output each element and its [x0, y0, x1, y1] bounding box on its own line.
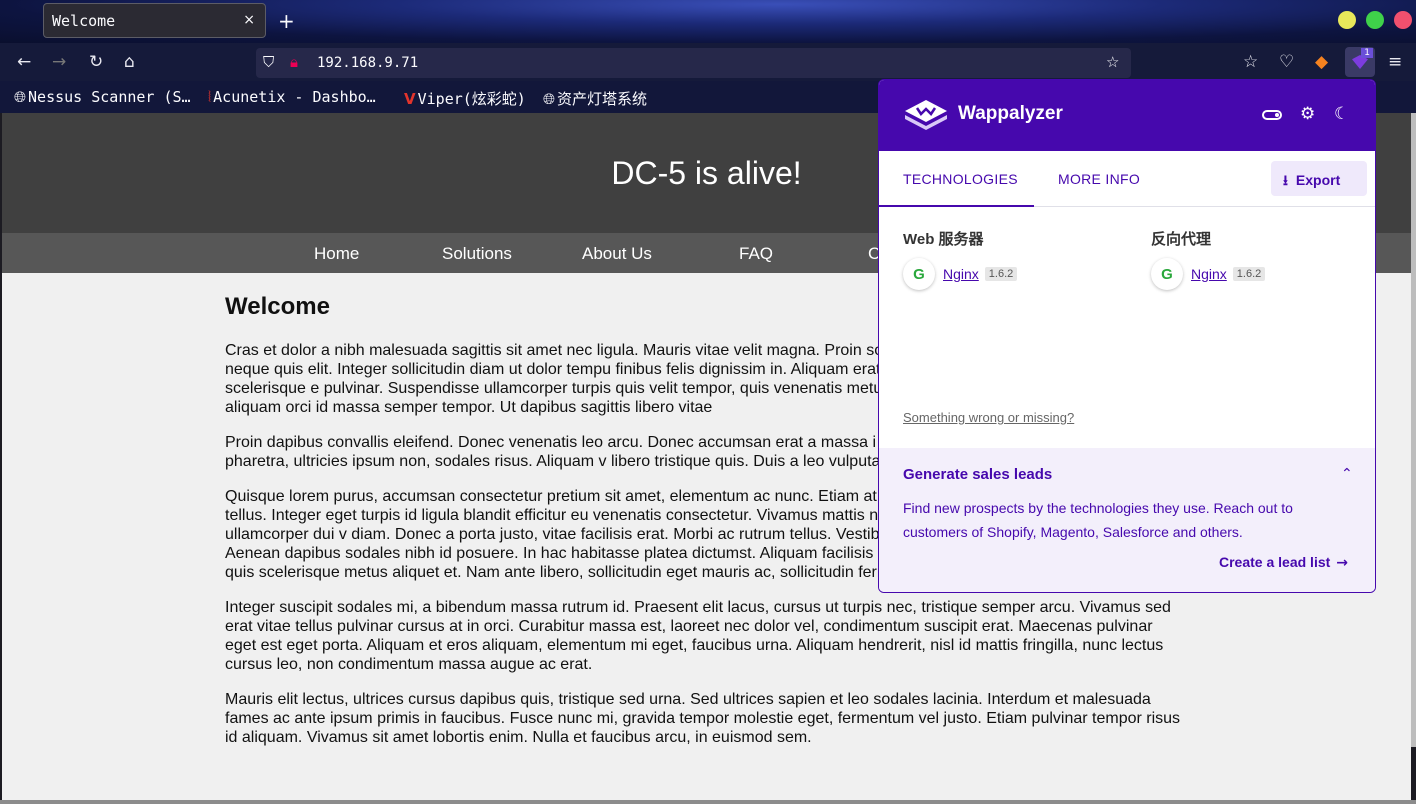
bookmark-acunetix[interactable]: ⦚ Acunetix - Dashbo…	[208, 88, 376, 106]
globe-icon: 🌐︎	[543, 90, 556, 108]
menu-faq[interactable]: FAQ	[739, 244, 773, 264]
url-text[interactable]: 192.168.9.71	[317, 55, 418, 71]
menu-about-us[interactable]: About Us	[582, 244, 652, 264]
new-tab-button[interactable]: +	[278, 9, 295, 33]
menu-solutions[interactable]: Solutions	[442, 244, 512, 264]
extension-badge: 1	[1361, 48, 1373, 58]
chevron-up-icon[interactable]: ⌃	[1341, 466, 1353, 482]
bookmark-nessus[interactable]: 🌐︎ Nessus Scanner (S…	[14, 88, 191, 106]
minimize-button[interactable]	[1338, 11, 1356, 29]
wappalyzer-title: Wappalyzer	[958, 103, 1063, 124]
lock-icon[interactable]: 🔒︎	[290, 53, 298, 71]
arrow-right-icon: →	[1336, 555, 1349, 571]
tab-close-icon[interactable]: ×	[243, 12, 255, 28]
pocket-icon[interactable]: ♡	[1279, 52, 1294, 72]
wappalyzer-extension-button[interactable]: 1	[1345, 47, 1375, 77]
bookmark-asset-lighthouse[interactable]: 🌐︎ 资产灯塔系统	[543, 88, 647, 109]
tech-name-link[interactable]: Nginx	[943, 266, 979, 282]
page-scrollbar[interactable]	[1411, 113, 1416, 747]
menu-home[interactable]: Home	[314, 244, 359, 264]
toggle-switch[interactable]	[1262, 110, 1282, 120]
tab-more-info[interactable]: MORE INFO	[1058, 151, 1140, 207]
category-web-server: Web 服务器	[903, 231, 984, 248]
maximize-button[interactable]	[1366, 11, 1384, 29]
dark-mode-moon-icon[interactable]: ☾	[1334, 104, 1349, 124]
paragraph: Mauris elit lectus, ultrices cursus dapi…	[225, 691, 1181, 746]
url-bar[interactable]: ⛉ 🔒︎ 192.168.9.71 ☆	[256, 48, 1131, 78]
leads-title: Generate sales leads	[903, 466, 1053, 483]
wappalyzer-popup: Wappalyzer ⚙ ☾ TECHNOLOGIES MORE INFO ⭳ E…	[878, 79, 1376, 593]
export-button[interactable]: ⭳ Export	[1271, 161, 1367, 196]
tech-item: G Nginx 1.6.2	[903, 258, 1018, 290]
something-missing-link[interactable]: Something wrong or missing?	[903, 410, 1074, 425]
browser-tab[interactable]: Welcome ×	[43, 3, 266, 38]
settings-gear-icon[interactable]: ⚙	[1300, 104, 1315, 124]
nginx-icon: G	[1151, 258, 1183, 290]
menu-icon[interactable]: ≡	[1388, 52, 1402, 72]
extension-fox-icon[interactable]: ◆	[1315, 52, 1328, 72]
wappalyzer-header: Wappalyzer ⚙ ☾	[879, 80, 1375, 151]
wappalyzer-tabs: TECHNOLOGIES MORE INFO ⭳ Export	[879, 151, 1375, 207]
paragraph: Integer suscipit sodales mi, a bibendum …	[225, 599, 1171, 673]
acunetix-icon: ⦚	[208, 88, 212, 106]
viper-icon: V	[404, 90, 416, 108]
tech-version: 1.6.2	[984, 267, 1018, 281]
category-reverse-proxy: 反向代理	[1151, 231, 1212, 248]
close-window-button[interactable]	[1394, 11, 1412, 29]
bookmark-viper[interactable]: V Viper(炫彩蛇)	[404, 88, 526, 109]
navigation-toolbar: ← → ↻ ⌂ ⛉ 🔒︎ 192.168.9.71 ☆ ☆ ♡ ◆ 1 ≡	[0, 43, 1416, 81]
download-icon: ⭳	[1283, 173, 1288, 189]
reload-icon[interactable]: ↻	[89, 52, 103, 72]
bottom-edge	[0, 800, 1416, 804]
tech-name-link[interactable]: Nginx	[1191, 266, 1227, 282]
forward-icon[interactable]: →	[52, 52, 66, 72]
sales-leads-panel: Generate sales leads ⌃ Find new prospect…	[879, 448, 1375, 592]
back-icon[interactable]: ←	[17, 52, 31, 72]
pocket-list-icon[interactable]: ☆	[1243, 52, 1258, 72]
bookmark-star-icon[interactable]: ☆	[1106, 53, 1119, 71]
tech-item: G Nginx 1.6.2	[1151, 258, 1266, 290]
tech-version: 1.6.2	[1232, 267, 1266, 281]
title-bar: Welcome × +	[0, 0, 1416, 43]
globe-icon: 🌐︎	[14, 88, 27, 106]
tab-title: Welcome	[52, 11, 116, 30]
shield-icon[interactable]: ⛉	[263, 53, 274, 71]
tab-technologies[interactable]: TECHNOLOGIES	[879, 151, 1034, 207]
wappalyzer-logo-icon	[905, 100, 947, 130]
nginx-icon: G	[903, 258, 935, 290]
leads-description: Find new prospects by the technologies t…	[903, 500, 1293, 540]
create-lead-list-link[interactable]: Create a lead list →	[1219, 554, 1348, 571]
home-icon[interactable]: ⌂	[124, 52, 135, 72]
